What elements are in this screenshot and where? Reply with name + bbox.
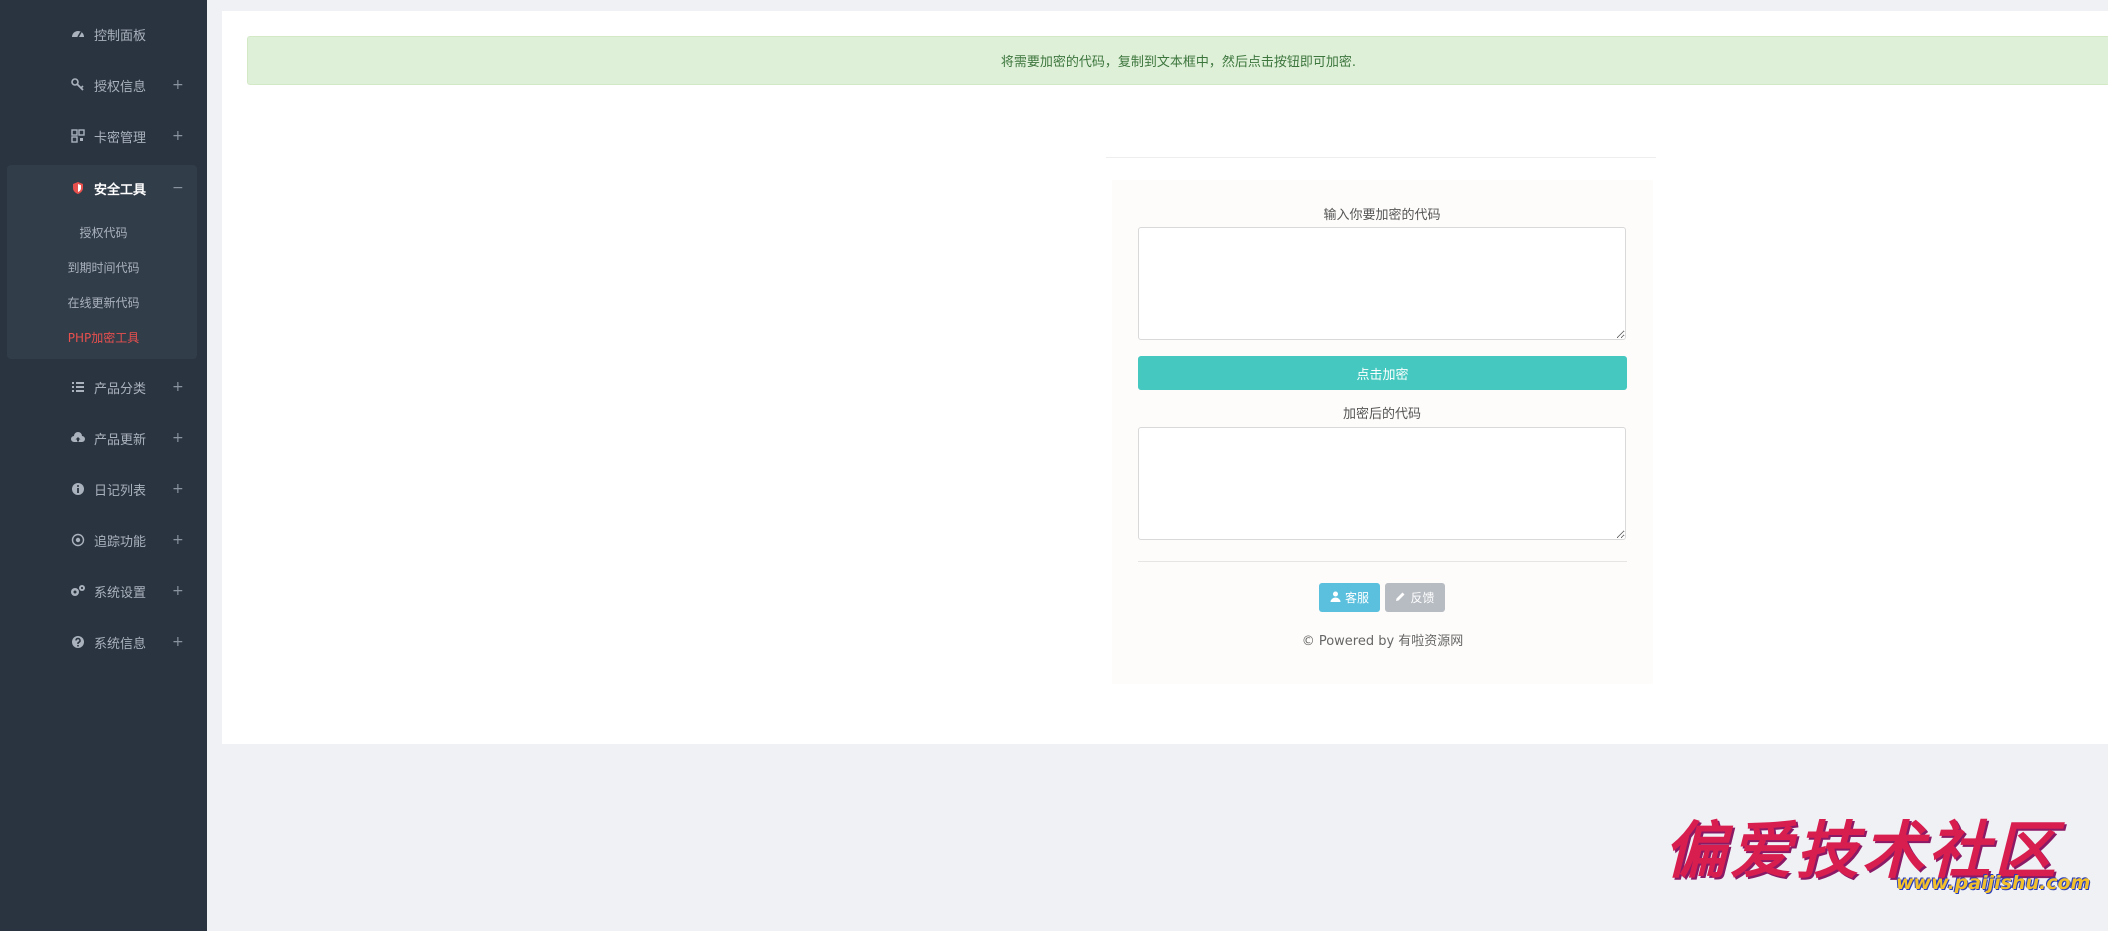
sidebar-subitem-update-code[interactable]: 在线更新代码 — [0, 289, 207, 315]
sidebar: 控制面板 授权信息 + 卡密管理 + 安全工具 − 授权代码 到期时间代码 在线… — [0, 0, 207, 931]
sidebar-item-settings[interactable]: 系统设置 + — [0, 576, 207, 606]
sidebar-item-system-info[interactable]: 系统信息 + — [0, 627, 207, 657]
pencil-icon — [1395, 591, 1406, 605]
sidebar-item-dashboard[interactable]: 控制面板 — [0, 19, 207, 49]
expand-icon: + — [172, 430, 184, 446]
sidebar-subitem-expiry-code[interactable]: 到期时间代码 — [0, 254, 207, 280]
sidebar-item-label: 安全工具 — [94, 182, 147, 198]
sidebar-item-label: 系统设置 — [94, 585, 147, 601]
encrypted-code-textarea[interactable] — [1138, 427, 1626, 540]
sidebar-item-label: 控制面板 — [94, 28, 147, 44]
input-label: 输入你要加密的代码 — [1323, 208, 1441, 223]
sidebar-item-label: 追踪功能 — [94, 534, 147, 550]
key-icon — [70, 77, 86, 93]
watermark-url: www.paijishu.com — [1896, 872, 2091, 894]
expand-icon: + — [172, 532, 184, 548]
user-icon — [1330, 591, 1341, 605]
expand-icon: + — [172, 379, 184, 395]
divider — [1106, 157, 1656, 158]
sidebar-subitem-license-code[interactable]: 授权代码 — [0, 219, 207, 245]
info-alert: 将需要加密的代码，复制到文本框中，然后点击按钮即可加密. — [247, 36, 2108, 85]
qrcode-icon — [70, 128, 86, 144]
question-icon — [70, 634, 86, 650]
sidebar-item-cards[interactable]: 卡密管理 + — [0, 121, 207, 151]
expand-icon: + — [172, 77, 184, 93]
dashboard-icon — [70, 26, 86, 42]
feedback-button[interactable]: 反馈 — [1385, 583, 1445, 612]
gears-icon — [70, 583, 86, 599]
sidebar-item-label: 系统信息 — [94, 636, 147, 652]
cloud-upload-icon — [70, 430, 86, 446]
sidebar-item-license[interactable]: 授权信息 + — [0, 70, 207, 100]
sidebar-item-updates[interactable]: 产品更新 + — [0, 423, 207, 453]
footer-credit: © Powered by 有啦资源网 — [1301, 634, 1464, 649]
customer-service-button[interactable]: 客服 — [1319, 583, 1380, 612]
sidebar-item-label: 日记列表 — [94, 483, 147, 499]
shield-icon — [70, 180, 86, 196]
watermark-logo: 偏爱技术社区 www.paijishu.com — [1664, 800, 2104, 910]
collapse-icon: − — [172, 180, 184, 196]
expand-icon: + — [172, 634, 184, 650]
expand-icon: + — [172, 583, 184, 599]
divider — [1138, 561, 1627, 562]
sidebar-item-label: 卡密管理 — [94, 130, 147, 146]
sidebar-item-security[interactable]: 安全工具 − — [0, 173, 207, 203]
feedback-label: 反馈 — [1410, 591, 1435, 605]
sidebar-subitem-php-encrypt[interactable]: PHP加密工具 — [0, 324, 207, 350]
expand-icon: + — [172, 128, 184, 144]
list-icon — [70, 379, 86, 395]
sidebar-item-label: 产品更新 — [94, 432, 147, 448]
info-icon — [70, 481, 86, 497]
target-icon — [70, 532, 86, 548]
sidebar-item-categories[interactable]: 产品分类 + — [0, 372, 207, 402]
customer-service-label: 客服 — [1344, 591, 1369, 605]
sidebar-item-logs[interactable]: 日记列表 + — [0, 474, 207, 504]
sidebar-item-label: 产品分类 — [94, 381, 147, 397]
sidebar-item-tracking[interactable]: 追踪功能 + — [0, 525, 207, 555]
source-code-textarea[interactable] — [1138, 227, 1626, 340]
sidebar-item-label: 授权信息 — [94, 79, 147, 95]
output-label: 加密后的代码 — [1342, 407, 1421, 422]
encrypt-button[interactable]: 点击加密 — [1138, 356, 1627, 390]
expand-icon: + — [172, 481, 184, 497]
